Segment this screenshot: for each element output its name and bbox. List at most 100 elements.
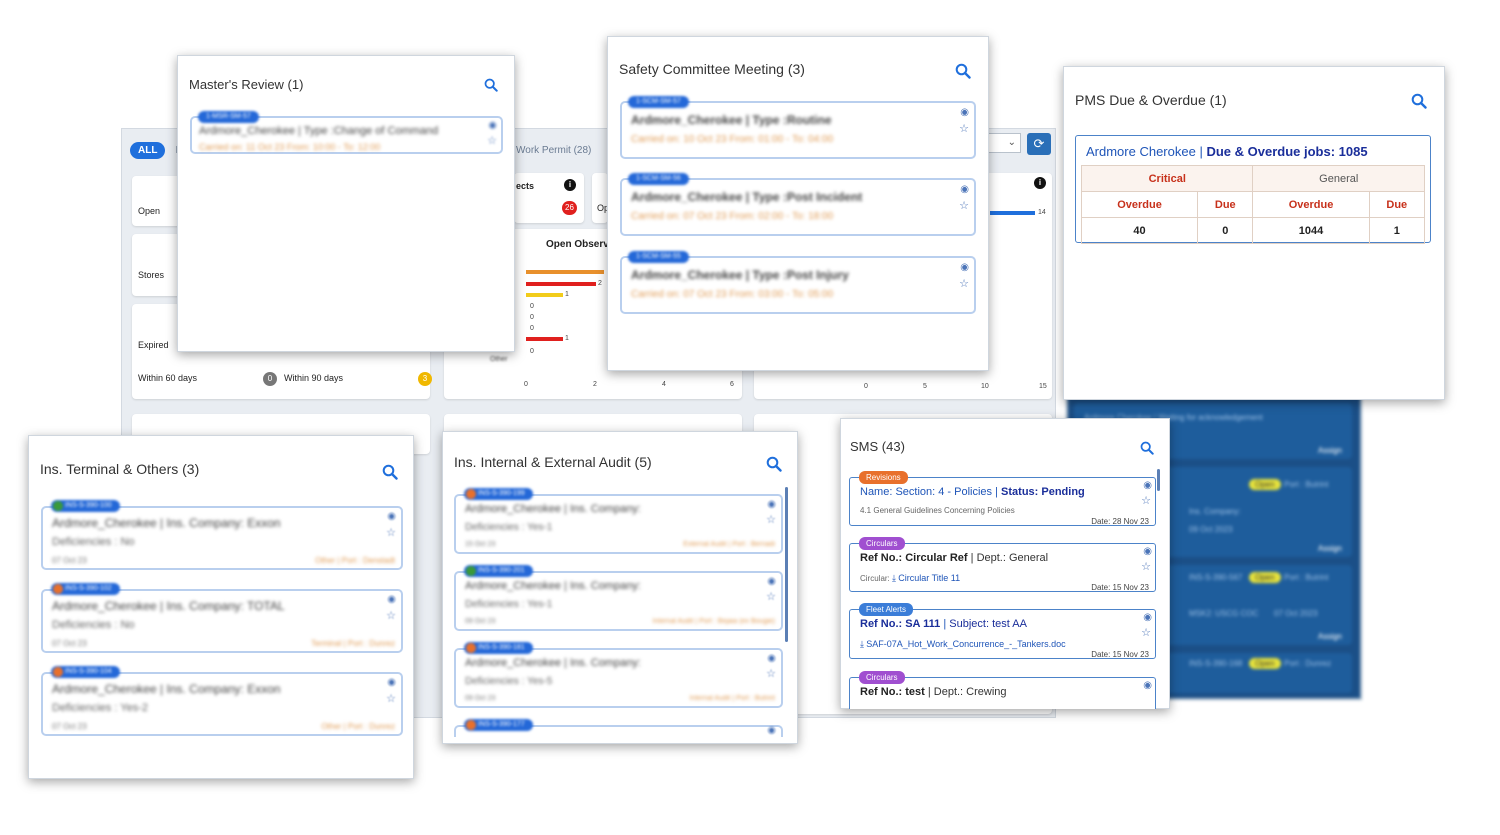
eye-icon[interactable]: ◉	[767, 499, 776, 510]
critical-due-value[interactable]: 0	[1197, 217, 1254, 244]
star-icon[interactable]: ☆	[1141, 626, 1151, 639]
bar-value: 0	[530, 303, 534, 310]
star-icon[interactable]: ☆	[959, 277, 969, 290]
eye-icon[interactable]: ◉	[387, 677, 396, 688]
search-icon[interactable]	[484, 78, 498, 92]
within-60-label: Within 60 days	[138, 373, 198, 383]
star-icon[interactable]: ☆	[1141, 494, 1151, 507]
star-icon[interactable]: ☆	[386, 526, 396, 539]
eye-icon[interactable]: ◉	[1143, 612, 1152, 623]
list-item[interactable]: INS-S-390-181 Ardmore_Cherokee | Ins. Co…	[454, 642, 783, 708]
pms-vessel-card[interactable]: Ardmore Cherokee | Due & Overdue jobs: 1…	[1075, 135, 1431, 244]
list-item[interactable]: 1-SCM-SM-55 Ardmore_Cherokee | Type :Pos…	[620, 251, 976, 314]
search-icon[interactable]	[766, 456, 782, 472]
list-item[interactable]: Revisions Name: Section: 4 - Policies | …	[849, 471, 1156, 526]
star-icon[interactable]: ☆	[959, 199, 969, 212]
eye-icon[interactable]: ◉	[387, 594, 396, 605]
star-icon[interactable]: ☆	[766, 590, 776, 603]
general-due-header: Due	[1368, 191, 1426, 218]
attachment-link[interactable]: SAF-07A_Hot_Work_Concurrence_-_Tankers.d…	[866, 639, 1065, 649]
record-title: Ardmore_Cherokee | Ins. Company:	[465, 657, 641, 669]
list-item[interactable]: INS-S-390-100 Ardmore_Cherokee | Ins. Co…	[41, 500, 403, 570]
general-overdue-value[interactable]: 1044	[1252, 217, 1370, 244]
star-icon[interactable]: ☆	[1141, 560, 1151, 573]
op-card: Op	[592, 173, 609, 223]
general-due-value[interactable]: 1	[1368, 217, 1426, 244]
record-title: Ardmore_Cherokee | Type :Post Incident	[631, 190, 863, 204]
star-icon[interactable]: ☆	[386, 692, 396, 705]
scrollbar[interactable]	[1157, 469, 1160, 491]
critical-overdue-value[interactable]: 40	[1080, 217, 1199, 244]
list-item[interactable]: 1-SCM-SM-56 Ardmore_Cherokee | Type :Pos…	[620, 173, 976, 236]
status-dot	[53, 501, 63, 511]
info-icon[interactable]: i	[1034, 177, 1046, 189]
bar-value: 0	[530, 348, 534, 355]
star-icon[interactable]: ☆	[959, 122, 969, 135]
record-tag: INS-S-390-102	[51, 583, 120, 595]
defects-card: ects i 26	[514, 173, 584, 223]
record-tag-text: INS-S-390-199	[478, 490, 525, 497]
star-icon[interactable]: ☆	[766, 667, 776, 680]
assign-button[interactable]: Assign	[1318, 446, 1342, 455]
eye-icon[interactable]: ◉	[960, 262, 969, 273]
eye-icon[interactable]: ◉	[387, 511, 396, 522]
record-date: 15 Oct 23	[465, 541, 496, 548]
record-title: Ardmore_Cherokee | Ins. Company: Exxon	[52, 682, 281, 696]
within-90-badge: 3	[418, 372, 432, 386]
sms-item-date: Date: 15 Nov 23	[1091, 583, 1149, 592]
record-title: Ardmore_Cherokee | Ins. Company:	[465, 580, 641, 592]
record-tag: INS-S-390-104	[51, 666, 120, 678]
status-dot	[466, 720, 476, 730]
search-icon[interactable]	[1140, 441, 1154, 455]
search-icon[interactable]	[955, 63, 971, 79]
vessel-name-link[interactable]: Ardmore Cherokee	[1086, 144, 1196, 159]
list-item[interactable]: INS-S-390-199 Ardmore_Cherokee | Ins. Co…	[454, 488, 783, 554]
list-item[interactable]: INS-S-390-201 Ardmore_Cherokee | Ins. Co…	[454, 565, 783, 631]
eye-icon[interactable]: ◉	[960, 107, 969, 118]
assign-button[interactable]: Assign	[1318, 544, 1342, 553]
star-icon[interactable]: ☆	[766, 513, 776, 526]
info-icon[interactable]: i	[564, 179, 576, 191]
list-item[interactable]: Circulars Ref No.: test | Dept.: Crewing…	[849, 671, 1156, 709]
record-date: 07 Oct 23	[52, 556, 87, 565]
sms-item-attachment: ⤓ SAF-07A_Hot_Work_Concurrence_-_Tankers…	[860, 639, 1066, 650]
panel-title: Safety Committee Meeting (3)	[619, 61, 805, 77]
list-item[interactable]: Fleet Alerts Ref No.: SA 111 | Subject: …	[849, 603, 1156, 659]
x-tick: 0	[864, 383, 868, 390]
eye-icon[interactable]: ◉	[767, 653, 776, 664]
vessel-select[interactable]: ⌄	[985, 133, 1021, 153]
star-icon[interactable]: ☆	[386, 609, 396, 622]
x-tick: 15	[1039, 383, 1047, 390]
list-item[interactable]: Circulars Ref No.: Circular Ref | Dept.:…	[849, 537, 1156, 592]
record-deficiencies: Deficiencies : No	[52, 536, 135, 548]
search-icon[interactable]	[382, 464, 398, 480]
sms-item-header: Name: Section: 4 - Policies | Status: Pe…	[860, 486, 1085, 498]
tab-work-permit[interactable]: Work Permit (28)	[516, 145, 591, 156]
sms-item-name[interactable]: Name: Section: 4 - Policies	[860, 486, 992, 498]
list-item[interactable]: 1-MSR-SM-57 Ardmore_Cherokee | Type :Cha…	[190, 111, 503, 154]
eye-icon[interactable]: ◉	[1143, 546, 1152, 557]
eye-icon[interactable]: ◉	[960, 184, 969, 195]
download-icon[interactable]: ⤓	[892, 573, 896, 583]
list-item[interactable]: INS-S-390-104 Ardmore_Cherokee | Ins. Co…	[41, 666, 403, 736]
assign-button[interactable]: Assign	[1318, 632, 1342, 641]
eye-icon[interactable]: ◉	[488, 120, 497, 131]
bar-value: 1	[565, 291, 569, 298]
list-item[interactable]: INS-S-390-102 Ardmore_Cherokee | Ins. Co…	[41, 583, 403, 653]
sms-item-subject[interactable]: Subject: test AA	[949, 618, 1027, 630]
list-item[interactable]: INS-S-390-177 ◉	[454, 719, 783, 737]
download-icon[interactable]: ⤓	[860, 639, 864, 649]
sms-panel: SMS (43) Revisions Name: Section: 4 - Po…	[840, 418, 1170, 709]
circular-link[interactable]: Circular Title 11	[898, 573, 960, 583]
eye-icon[interactable]: ◉	[767, 576, 776, 587]
scrollbar[interactable]	[785, 487, 788, 642]
eye-icon[interactable]: ◉	[767, 725, 776, 736]
circular-prefix: Circular:	[860, 574, 890, 583]
eye-icon[interactable]: ◉	[1143, 680, 1152, 691]
refresh-icon[interactable]: ⟳	[1027, 133, 1051, 155]
star-icon[interactable]: ☆	[487, 134, 497, 147]
tab-all[interactable]: ALL	[130, 141, 166, 159]
search-icon[interactable]	[1411, 93, 1427, 109]
eye-icon[interactable]: ◉	[1143, 480, 1152, 491]
list-item[interactable]: 1-SCM-SM-57 Ardmore_Cherokee | Type :Rou…	[620, 96, 976, 159]
